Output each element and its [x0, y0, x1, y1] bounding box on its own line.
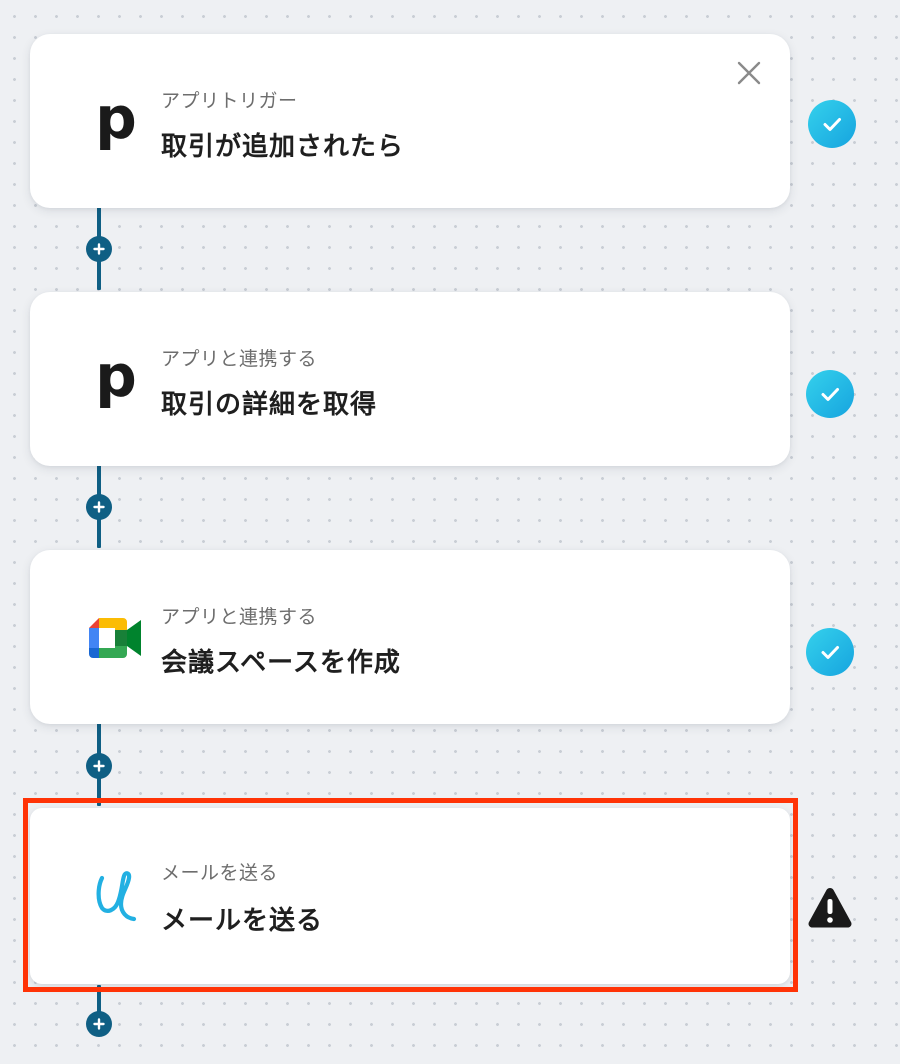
step-title: メールを送る [161, 906, 324, 936]
step-status-complete [806, 628, 854, 676]
step-type-label: アプリと連携する [161, 606, 318, 628]
google-meet-icon [80, 602, 152, 674]
step-status-complete [806, 370, 854, 418]
plus-icon [93, 501, 105, 513]
step-status-complete [808, 100, 856, 148]
check-circle-icon [806, 628, 854, 676]
plus-icon [93, 243, 105, 255]
flow-connector-line [97, 985, 101, 1013]
step-type-label: アプリトリガー [161, 90, 298, 112]
check-circle-icon [808, 100, 856, 148]
step-title: 会議スペースを作成 [161, 648, 401, 678]
step-type-label: アプリと連携する [161, 348, 318, 370]
close-icon [737, 61, 761, 85]
warning-triangle-icon [808, 888, 852, 928]
plus-icon [93, 1018, 105, 1030]
flow-step-card-trigger[interactable]: p アプリトリガー 取引が追加されたら [30, 34, 790, 208]
plus-icon [93, 760, 105, 772]
step-title: 取引の詳細を取得 [161, 390, 378, 420]
flow-step-card-email[interactable]: メールを送る メールを送る [30, 808, 790, 984]
add-step-button[interactable] [86, 236, 112, 262]
add-step-button[interactable] [86, 1011, 112, 1037]
mail-cursive-icon [80, 860, 152, 932]
step-title: 取引が追加されたら [161, 132, 405, 162]
step-status-warning [806, 884, 854, 932]
flow-step-card-action[interactable]: アプリと連携する 会議スペースを作成 [30, 550, 790, 724]
add-step-button[interactable] [86, 494, 112, 520]
flow-step-card-action[interactable]: p アプリと連携する 取引の詳細を取得 [30, 292, 790, 466]
close-button[interactable] [734, 58, 764, 88]
step-type-label: メールを送る [161, 862, 279, 884]
add-step-button[interactable] [86, 753, 112, 779]
pipedrive-logo-icon: p [95, 84, 137, 152]
pipedrive-logo-icon: p [95, 342, 137, 410]
check-circle-icon [806, 370, 854, 418]
